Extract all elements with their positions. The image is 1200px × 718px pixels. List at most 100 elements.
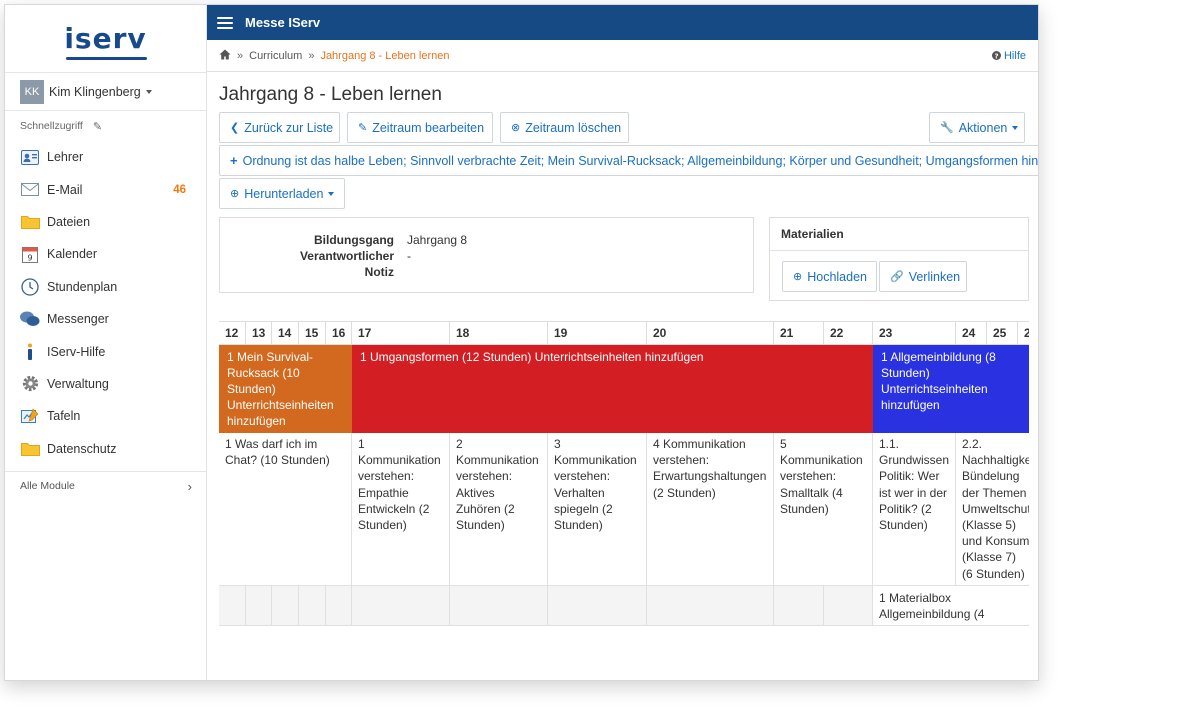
empty-slot	[774, 586, 824, 626]
unread-badge: 46	[173, 183, 186, 196]
curriculum-timeline: 12 13 14 15 16 17 18 19 20 21 22 23 24 2…	[219, 321, 1029, 627]
week-label: 25	[987, 322, 1018, 344]
link-icon: 🔗	[890, 271, 904, 283]
empty-slot	[246, 586, 272, 626]
edit-period-button[interactable]: ✎ Zeitraum bearbeiten	[347, 112, 493, 143]
download-label: Herunterladen	[244, 186, 324, 201]
clock-icon	[20, 278, 40, 296]
info-value-track: Jahrgang 8	[407, 233, 468, 247]
topic-block-umgangsformen[interactable]: 1 Umgangsformen (12 Stunden) Unterrichts…	[352, 345, 873, 433]
link-button[interactable]: 🔗 Verlinken	[879, 261, 967, 292]
unit-cell[interactable]: 5 Kommunikation verstehen: Smalltalk (4 …	[774, 433, 873, 586]
info-icon	[20, 343, 40, 361]
logo-text: iserv	[64, 22, 147, 55]
topic-block-allgemeinbildung[interactable]: 1 Allgemeinbildung (8 Stunden) Unterrich…	[873, 345, 1029, 433]
sidebar-item-email[interactable]: E-Mail 46	[5, 173, 206, 205]
help-label: Hilfe	[1003, 49, 1026, 62]
info-row-responsible: Verantwortlicher -	[220, 248, 753, 264]
plus-icon: +	[230, 153, 238, 168]
main-area: Messe IServ » Curriculum » Jahrgang 8 - …	[207, 5, 1038, 680]
breadcrumb-current[interactable]: Jahrgang 8 - Leben lernen	[320, 50, 449, 62]
sidebar-item-messenger[interactable]: Messenger	[5, 303, 206, 335]
unit-cell[interactable]: 1 Kommunikation verstehen: Empathie Entw…	[352, 433, 450, 586]
gear-icon	[20, 375, 40, 393]
edit-period-label: Zeitraum bearbeiten	[372, 120, 485, 135]
info-value-responsible: -	[407, 249, 411, 263]
delete-period-label: Zeitraum löschen	[525, 120, 622, 135]
pencil-icon[interactable]: ✎	[93, 120, 102, 133]
unit-cell[interactable]: 1.1. Grundwissen Politik: Wer ist wer in…	[873, 433, 956, 586]
caret-down-icon	[328, 191, 335, 196]
week-label: 15	[299, 322, 326, 344]
breadcrumb-curriculum[interactable]: Curriculum	[249, 50, 302, 62]
back-label: Zurück zur Liste	[244, 120, 334, 135]
folder-icon	[20, 440, 40, 458]
chat-bubbles-icon	[20, 310, 40, 328]
sidebar-item-label: Stundenplan	[47, 279, 118, 294]
upload-button[interactable]: ⊕ Hochladen	[782, 261, 877, 292]
week-label: 14	[272, 322, 299, 344]
delete-period-button[interactable]: ⊗ Zeitraum löschen	[500, 112, 629, 143]
empty-slot	[219, 586, 246, 626]
calendar-icon: 9	[20, 245, 40, 263]
unit-cell[interactable]: 2 Kommunikation verstehen: Aktives Zuhör…	[450, 433, 548, 586]
sidebar-item-verwaltung[interactable]: Verwaltung	[5, 368, 206, 400]
browser-window: iserv KK Kim Klingenberg Schnellzugriff …	[4, 4, 1039, 681]
avatar: KK	[20, 79, 44, 104]
material-box-item[interactable]: 1 Materialbox Allgemeinbildung (4 Stunde…	[873, 586, 1029, 626]
all-modules-label: Alle Module	[20, 480, 75, 493]
contact-card-icon	[20, 148, 40, 166]
user-menu[interactable]: KK Kim Klingenberg	[5, 73, 206, 111]
materials-title: Materialien	[770, 218, 1028, 251]
topic-block-survival[interactable]: 1 Mein Survival-Rucksack (10 Stunden) Un…	[219, 345, 352, 433]
sidebar-item-label: Messenger	[47, 312, 109, 327]
unit-cell[interactable]: 2.2. Nachhaltigkeit: Bündelung der Theme…	[956, 433, 1029, 586]
iserv-logo[interactable]: iserv	[5, 5, 206, 73]
actions-label: Aktionen	[958, 120, 1008, 135]
upload-icon: ⊕	[793, 271, 803, 283]
sidebar-item-dateien[interactable]: Dateien	[5, 206, 206, 238]
sidebar-item-label: Dateien	[47, 214, 91, 229]
add-units-button[interactable]: + Ordnung ist das halbe Leben; Sinnvoll …	[219, 145, 1038, 176]
hamburger-menu-icon[interactable]	[217, 16, 233, 29]
week-label: 23	[873, 322, 956, 344]
wrench-icon: 🔧	[940, 122, 954, 134]
help-link[interactable]: ? Hilfe	[991, 49, 1026, 62]
sidebar-item-label: Kalender	[47, 247, 98, 262]
sidebar-item-kalender[interactable]: 9 Kalender	[5, 238, 206, 270]
unit-cell[interactable]: 4 Kommunikation verstehen: Erwartungshal…	[647, 433, 774, 586]
sidebar-item-tafeln[interactable]: Tafeln	[5, 400, 206, 432]
empty-slot	[299, 586, 326, 626]
actions-dropdown[interactable]: 🔧 Aktionen	[929, 112, 1025, 143]
empty-slot	[326, 586, 352, 626]
svg-text:?: ?	[994, 52, 998, 60]
unit-cell[interactable]: 1 Was darf ich im Chat? (10 Stunden)	[219, 433, 352, 586]
material-box-label: 1 Materialbox Allgemeinbildung (4 Stunde…	[879, 591, 985, 625]
week-label: 12	[219, 322, 246, 344]
week-header: 12 13 14 15 16 17 18 19 20 21 22 23 24 2…	[219, 321, 1029, 345]
info-label-responsible: Verantwortlicher	[299, 249, 394, 263]
info-row-note: Notiz	[220, 264, 753, 280]
all-modules-link[interactable]: Alle Module ›	[5, 470, 206, 501]
sidebar-item-label: Tafeln	[47, 409, 81, 424]
unit-cell[interactable]: 3 Kommunikation verstehen: Verhalten spi…	[548, 433, 647, 586]
sidebar-item-stundenplan[interactable]: Stundenplan	[5, 271, 206, 303]
user-name: Kim Klingenberg	[49, 84, 141, 99]
home-icon[interactable]	[219, 49, 231, 63]
edit-icon: ✎	[358, 122, 368, 134]
sidebar-item-lehrer[interactable]: Lehrer	[5, 141, 206, 173]
breadcrumb: » Curriculum » Jahrgang 8 - Leben lernen…	[207, 40, 1038, 72]
whiteboard-icon	[20, 407, 40, 425]
chevron-left-icon: ❮	[230, 122, 240, 134]
sidebar-item-datenschutz[interactable]: Datenschutz	[5, 433, 206, 465]
empty-slot	[548, 586, 647, 626]
circle-x-icon: ⊗	[511, 122, 521, 134]
back-button[interactable]: ❮ Zurück zur Liste	[219, 112, 340, 143]
download-dropdown[interactable]: ⊕ Herunterladen	[219, 178, 345, 209]
folder-icon	[20, 213, 40, 231]
week-label: 21	[774, 322, 824, 344]
sidebar-item-label: E-Mail	[47, 182, 83, 197]
quick-access-header: Schnellzugriff ✎	[5, 111, 206, 141]
info-label-note: Notiz	[364, 265, 394, 279]
sidebar-item-iserv-hilfe[interactable]: IServ-Hilfe	[5, 335, 206, 367]
